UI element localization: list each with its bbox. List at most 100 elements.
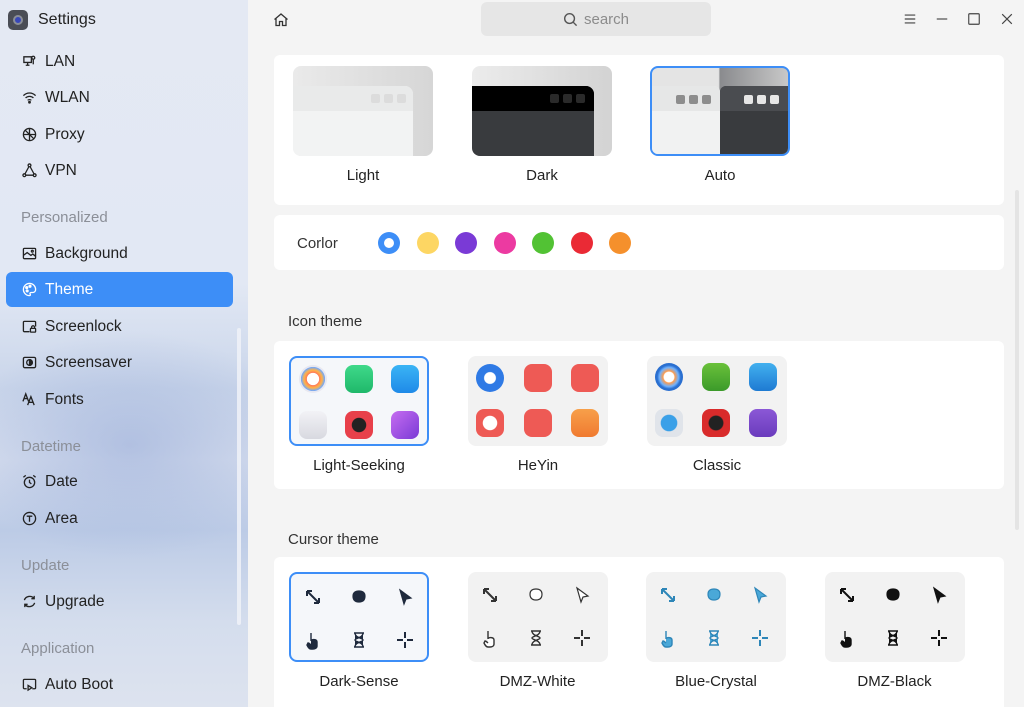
crosshair-cursor-icon xyxy=(928,627,950,649)
group-application: Application xyxy=(21,640,95,657)
minimize-icon xyxy=(936,18,948,20)
selected-indicator xyxy=(384,238,394,248)
sidebar-item-upgrade[interactable]: Upgrade xyxy=(6,584,233,619)
sidebar: Settings LAN WLAN Proxy VPN Personalized… xyxy=(0,0,248,707)
sidebar-item-label: Auto Boot xyxy=(45,675,114,693)
crosshair-cursor-icon xyxy=(749,627,771,649)
grab-cursor-icon xyxy=(525,584,547,606)
arrow-cursor-icon xyxy=(394,586,416,608)
sidebar-item-label: Proxy xyxy=(45,125,85,143)
app-icon xyxy=(299,365,327,393)
cursor-theme-label: Blue-Crystal xyxy=(675,673,757,690)
app-icon xyxy=(655,409,683,437)
app-icon xyxy=(391,365,419,393)
color-swatch[interactable] xyxy=(570,232,593,254)
sidebar-item-theme[interactable]: Theme xyxy=(6,272,233,307)
sidebar-scrollbar[interactable] xyxy=(237,328,241,625)
crosshair-cursor-icon xyxy=(571,627,593,649)
theme-option-label: Auto xyxy=(704,167,736,184)
home-icon xyxy=(274,13,288,27)
close-icon xyxy=(1001,13,1013,25)
proxy-icon xyxy=(21,127,37,143)
background-icon xyxy=(21,246,37,262)
app-icon xyxy=(655,363,683,391)
sidebar-item-lan[interactable]: LAN xyxy=(6,44,233,79)
lan-icon xyxy=(21,54,37,70)
sidebar-item-wlan[interactable]: WLAN xyxy=(6,80,233,115)
settings-app-icon xyxy=(8,10,28,30)
theme-option-auto[interactable] xyxy=(650,66,790,156)
icon-theme-title: Icon theme xyxy=(288,313,363,330)
cursor-theme-title: Cursor theme xyxy=(288,531,379,548)
cursor-theme-label: Dark-Sense xyxy=(319,673,399,690)
sidebar-item-auto-boot[interactable]: Auto Boot xyxy=(6,667,233,702)
arrow-cursor-icon xyxy=(749,584,771,606)
cursor-theme-dark-sense[interactable] xyxy=(289,572,429,662)
close-button[interactable] xyxy=(999,11,1015,27)
arrow-cursor-icon xyxy=(928,584,950,606)
search-input[interactable]: search xyxy=(481,2,711,36)
theme-option-label: Light xyxy=(346,167,380,184)
sidebar-item-area[interactable]: Area xyxy=(6,501,233,536)
theme-option-dark[interactable] xyxy=(472,66,612,156)
sidebar-item-label: Background xyxy=(45,244,128,262)
cursor-theme-label: DMZ-White xyxy=(499,673,576,690)
maximize-button[interactable] xyxy=(966,11,982,27)
sidebar-item-vpn[interactable]: VPN xyxy=(6,153,233,188)
menu-button[interactable] xyxy=(902,11,918,27)
group-personalized: Personalized xyxy=(21,209,108,226)
icon-theme-label: HeYin xyxy=(517,457,559,474)
theme-mode-card: Light Dark Auto xyxy=(274,55,1004,205)
icon-theme-heyin[interactable] xyxy=(468,356,608,446)
sidebar-item-background[interactable]: Background xyxy=(6,236,233,271)
cursor-theme-dmz-white[interactable] xyxy=(467,572,608,662)
color-swatch[interactable] xyxy=(493,232,516,254)
arrow-cursor-icon xyxy=(571,584,593,606)
color-label: Corlor xyxy=(297,235,338,252)
color-swatch[interactable] xyxy=(378,232,400,254)
sidebar-item-label: LAN xyxy=(45,52,76,70)
icon-theme-label: Classic xyxy=(692,457,742,474)
theme-option-label: Dark xyxy=(526,167,558,184)
cursor-theme-dmz-black[interactable] xyxy=(824,572,965,662)
app-icon xyxy=(476,409,504,437)
sidebar-item-proxy[interactable]: Proxy xyxy=(6,117,233,152)
app-icon xyxy=(749,409,777,437)
icon-theme-classic[interactable] xyxy=(647,356,787,446)
icon-theme-card: Light-Seeking HeYin Classic xyxy=(274,341,1004,489)
sidebar-item-fonts[interactable]: Fonts xyxy=(6,382,233,417)
icon-theme-light-seeking[interactable] xyxy=(289,356,429,446)
sidebar-item-label: Fonts xyxy=(45,390,84,408)
grab-cursor-icon xyxy=(703,584,725,606)
minimize-button[interactable] xyxy=(934,11,950,27)
theme-option-light[interactable] xyxy=(293,66,433,156)
autoboot-icon xyxy=(21,677,37,693)
wifi-icon xyxy=(21,90,37,106)
vpn-icon xyxy=(21,163,37,179)
sidebar-item-screenlock[interactable]: Screenlock xyxy=(6,309,233,344)
app-icon xyxy=(391,411,419,439)
app-icon xyxy=(345,365,373,393)
screenlock-icon xyxy=(21,319,37,335)
home-button[interactable] xyxy=(272,11,290,29)
color-swatch[interactable] xyxy=(455,232,477,254)
app-title: Settings xyxy=(38,11,96,28)
sidebar-item-label: Upgrade xyxy=(45,592,105,610)
area-icon xyxy=(21,511,37,527)
sidebar-item-screensaver[interactable]: Screensaver xyxy=(6,345,233,380)
sidebar-item-label: Screenlock xyxy=(45,317,122,335)
maximize-icon xyxy=(968,13,980,25)
cursor-theme-card: Dark-Sense DMZ-White Blue-Crystal DMZ-Black xyxy=(274,557,1004,707)
sidebar-item-date[interactable]: Date xyxy=(6,464,233,499)
color-swatch[interactable] xyxy=(532,232,554,254)
cursor-theme-blue-crystal[interactable] xyxy=(646,572,786,662)
search-icon xyxy=(563,12,578,26)
color-swatch[interactable] xyxy=(609,232,631,254)
color-swatch[interactable] xyxy=(416,232,439,254)
app-icon xyxy=(749,363,777,391)
app-icon xyxy=(702,363,730,391)
fonts-icon xyxy=(21,392,37,408)
app-icon xyxy=(299,411,327,439)
content-scrollbar[interactable] xyxy=(1015,190,1019,530)
refresh-icon xyxy=(21,594,37,610)
